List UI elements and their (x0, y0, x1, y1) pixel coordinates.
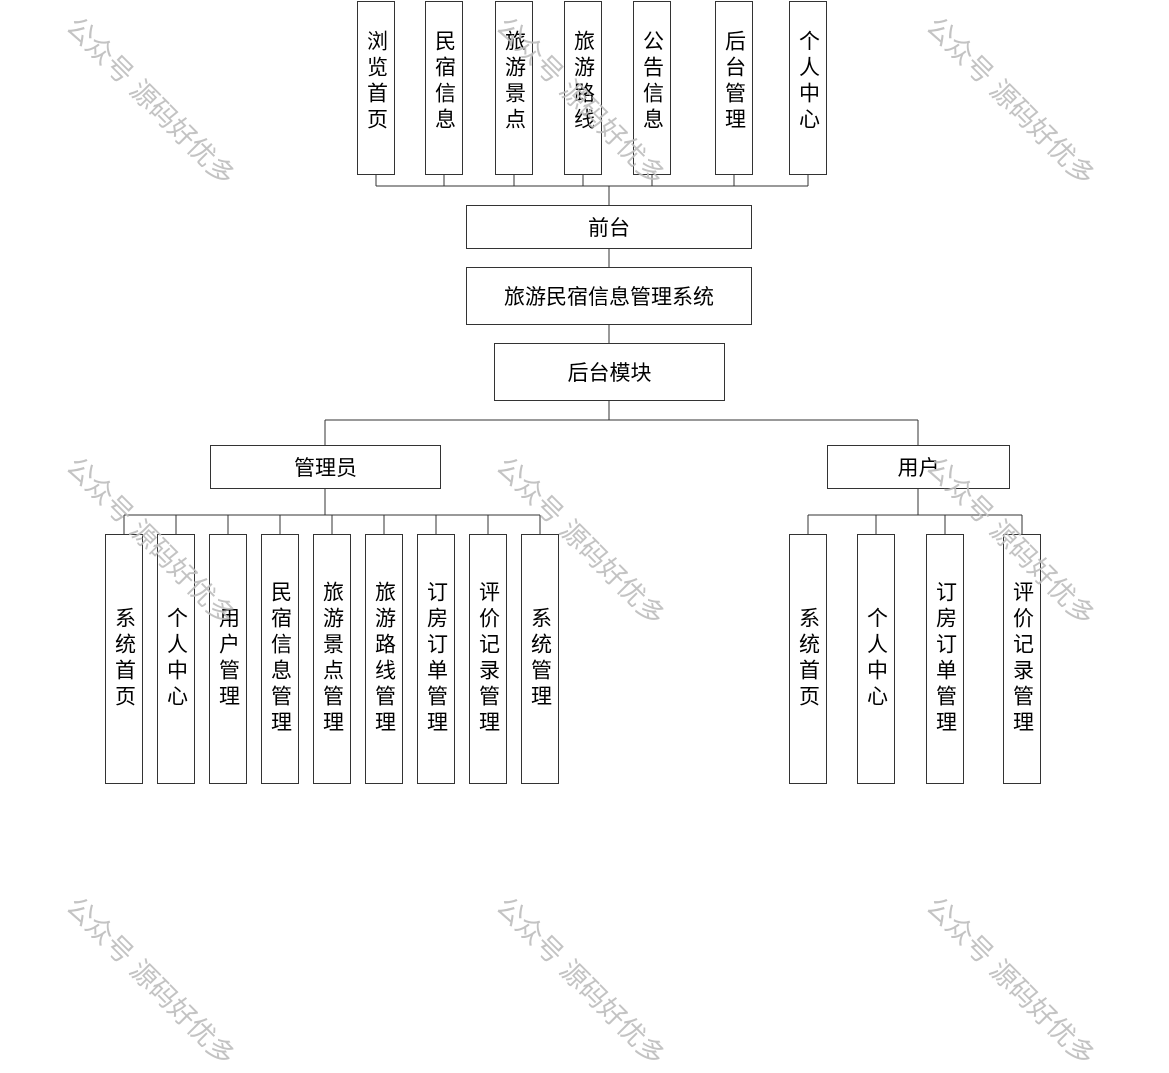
front-item-attractions: 旅游景点 (495, 1, 533, 175)
node-label: 订房订单管理 (933, 581, 958, 737)
user-node: 用户 (827, 445, 1010, 489)
node-label: 后台模块 (567, 361, 652, 385)
node-label: 旅游景点管理 (320, 581, 345, 737)
admin-item-homestay: 民宿信息管理 (261, 534, 299, 784)
node-label: 评价记录管理 (1010, 581, 1035, 737)
admin-item-profile: 个人中心 (157, 534, 195, 784)
node-label: 公告信息 (640, 30, 665, 134)
node-label: 旅游民宿信息管理系统 (504, 285, 714, 309)
front-item-routes: 旅游路线 (564, 1, 602, 175)
node-label: 民宿信息管理 (268, 581, 293, 737)
admin-item-reviews: 评价记录管理 (469, 534, 507, 784)
node-label: 旅游路线 (571, 30, 596, 134)
node-label: 系统首页 (796, 607, 821, 711)
node-label: 个人中心 (864, 607, 889, 711)
front-item-profile: 个人中心 (789, 1, 827, 175)
front-node: 前台 (466, 205, 752, 249)
node-label: 旅游路线管理 (372, 581, 397, 737)
node-label: 系统管理 (528, 607, 553, 711)
node-label: 旅游景点 (502, 30, 527, 134)
node-label: 用户 (897, 456, 940, 480)
admin-item-system: 系统管理 (521, 534, 559, 784)
admin-item-dashboard: 系统首页 (105, 534, 143, 784)
node-label: 系统首页 (112, 607, 137, 711)
admin-item-attractions: 旅游景点管理 (313, 534, 351, 784)
node-label: 浏览首页 (364, 30, 389, 134)
node-label: 订房订单管理 (424, 581, 449, 737)
node-label: 民宿信息 (432, 30, 457, 134)
admin-item-bookings: 订房订单管理 (417, 534, 455, 784)
admin-node: 管理员 (210, 445, 441, 489)
front-item-admin: 后台管理 (715, 1, 753, 175)
user-item-bookings: 订房订单管理 (926, 534, 964, 784)
node-label: 评价记录管理 (476, 581, 501, 737)
system-node: 旅游民宿信息管理系统 (466, 267, 752, 325)
node-label: 管理员 (294, 456, 357, 480)
user-item-profile: 个人中心 (857, 534, 895, 784)
node-label: 前台 (588, 216, 630, 240)
front-item-homestay: 民宿信息 (425, 1, 463, 175)
backend-node: 后台模块 (494, 343, 725, 401)
user-item-dashboard: 系统首页 (789, 534, 827, 784)
front-item-notices: 公告信息 (633, 1, 671, 175)
front-item-home: 浏览首页 (357, 1, 395, 175)
admin-item-users: 用户管理 (209, 534, 247, 784)
node-label: 个人中心 (796, 30, 821, 134)
admin-item-routes: 旅游路线管理 (365, 534, 403, 784)
user-item-reviews: 评价记录管理 (1003, 534, 1041, 784)
node-label: 用户管理 (216, 607, 241, 711)
node-label: 后台管理 (722, 30, 747, 134)
node-label: 个人中心 (164, 607, 189, 711)
